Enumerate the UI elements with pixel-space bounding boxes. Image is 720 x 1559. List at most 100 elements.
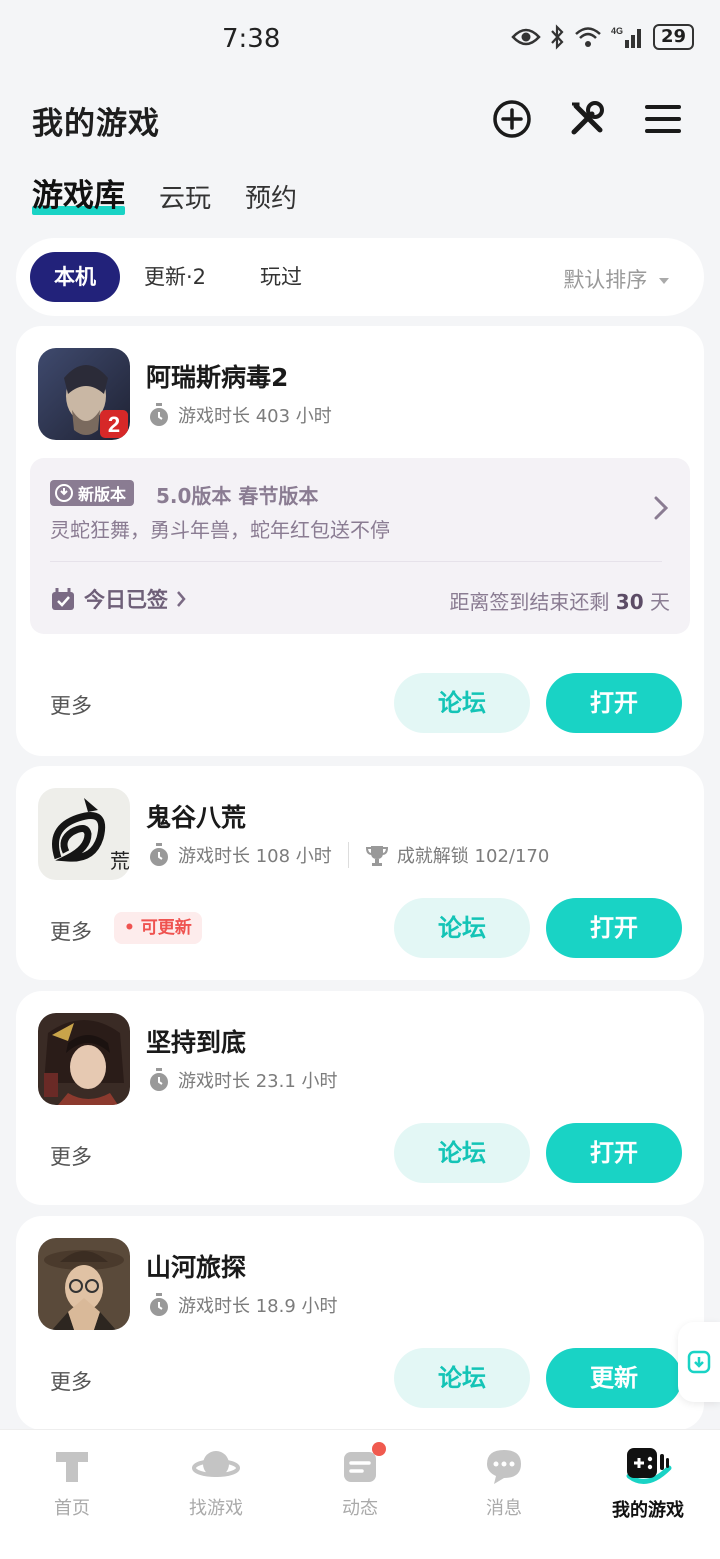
planet-icon	[192, 1451, 240, 1477]
divider	[50, 561, 662, 562]
divider	[347, 842, 349, 868]
chip-local[interactable]: 本机	[30, 252, 120, 302]
nav-label: 消息	[486, 1498, 522, 1519]
tab-library[interactable]: 游戏库	[32, 170, 125, 219]
more-button[interactable]: 更多	[50, 1141, 92, 1171]
nav-label: 我的游戏	[612, 1500, 684, 1521]
game-meta: 游戏时长 108 小时 成就解锁 102/170	[148, 842, 549, 868]
menu-icon	[645, 105, 681, 133]
chip-updates[interactable]: 更新·2	[144, 252, 206, 302]
more-button[interactable]: 更多	[50, 916, 92, 946]
game-name: 坚持到底	[146, 1028, 247, 1057]
filter-bar: 本机 更新·2 玩过 默认排序	[16, 238, 704, 316]
sort-label: 默认排序	[563, 268, 648, 292]
stopwatch-icon	[150, 1068, 168, 1091]
game-name: 阿瑞斯病毒2	[146, 363, 289, 392]
signal-icon: 4G	[611, 26, 641, 48]
chevron-right-icon	[654, 496, 668, 520]
game-icon-shanhe[interactable]	[38, 1238, 130, 1330]
nav-messages[interactable]: 消息	[432, 1430, 576, 1559]
home-icon	[56, 1452, 88, 1482]
more-button[interactable]: 更多	[50, 1366, 92, 1396]
version-promo[interactable]: 新版本 5.0版本 春节版本 灵蛇狂舞，勇斗年兽，蛇年红包送不停 今日已签 距离…	[30, 458, 690, 634]
trophy-icon	[365, 846, 388, 866]
stopwatch-icon	[150, 403, 168, 426]
nav-home[interactable]: 首页	[0, 1430, 144, 1559]
nav-label: 动态	[342, 1498, 378, 1519]
menu-button[interactable]	[640, 96, 686, 142]
game-card-guigu: 荒 鬼谷八荒 游戏时长 108 小时 成就解锁 102/170 更多 • 可更新…	[16, 766, 704, 980]
bluetooth-icon	[551, 24, 564, 50]
svg-text:荒: 荒	[110, 849, 130, 873]
notification-dot	[372, 1442, 386, 1456]
game-meta: 游戏时长 18.9 小时	[148, 1292, 338, 1318]
nav-label: 首页	[54, 1498, 90, 1519]
stopwatch-icon	[150, 1293, 168, 1316]
update-available-badge: • 可更新	[114, 912, 202, 944]
stopwatch-icon	[150, 843, 168, 866]
eye-icon	[511, 28, 541, 46]
tools-button[interactable]	[564, 96, 610, 142]
nav-discover[interactable]: 找游戏	[144, 1430, 288, 1559]
checkin-label: 今日已签	[84, 588, 168, 612]
game-name: 山河旅探	[146, 1253, 247, 1282]
svg-text:2: 2	[108, 412, 120, 437]
playtime: 游戏时长 403 小时	[178, 406, 332, 427]
forum-button[interactable]: 论坛	[394, 898, 530, 958]
wifi-icon	[575, 27, 601, 47]
add-circle-icon	[493, 100, 531, 138]
playtime: 游戏时长 23.1 小时	[178, 1071, 338, 1092]
nav-label: 找游戏	[189, 1498, 243, 1519]
forum-button[interactable]: 论坛	[394, 673, 530, 733]
update-button[interactable]: 更新	[546, 1348, 682, 1408]
tab-cloud[interactable]: 云玩	[159, 178, 211, 219]
playtime: 游戏时长 18.9 小时	[178, 1296, 338, 1317]
chevron-right-small-icon	[177, 591, 186, 607]
svg-text:4G: 4G	[611, 26, 623, 36]
caret-down-icon	[659, 278, 669, 284]
status-icons: 4G 29	[511, 24, 694, 50]
new-version-badge: 新版本	[50, 480, 135, 506]
forum-button[interactable]: 论坛	[394, 1348, 530, 1408]
promo-description: 灵蛇狂舞，勇斗年兽，蛇年红包送不停	[50, 518, 390, 542]
status-bar: 7:38 4G 29	[0, 0, 720, 80]
refresh-icon	[55, 484, 73, 502]
more-button[interactable]: 更多	[50, 690, 92, 720]
forum-button[interactable]: 论坛	[394, 1123, 530, 1183]
game-name: 鬼谷八荒	[146, 803, 247, 832]
status-time: 7:38	[222, 24, 281, 54]
game-card-jianchi: 坚持到底 游戏时长 23.1 小时 更多 论坛 打开	[16, 991, 704, 1205]
page-title: 我的游戏	[32, 106, 160, 142]
header: 我的游戏	[0, 96, 720, 146]
tools-icon	[571, 101, 604, 135]
gift-calendar-icon	[52, 588, 74, 610]
nav-my-games[interactable]: 我的游戏	[576, 1430, 720, 1559]
sort-dropdown[interactable]: 默认排序	[563, 264, 670, 294]
game-card-shanhe: 山河旅探 游戏时长 18.9 小时 更多 论坛 更新	[16, 1216, 704, 1430]
game-icon-ares[interactable]: 2	[38, 348, 130, 440]
checkin-remaining: 距离签到结束还剩 30 天	[449, 590, 670, 614]
achievement: 成就解锁 102/170	[396, 846, 550, 867]
open-button[interactable]: 打开	[546, 673, 682, 733]
open-button[interactable]: 打开	[546, 898, 682, 958]
game-icon-jianchi[interactable]	[38, 1013, 130, 1105]
game-icon-guigu[interactable]: 荒	[38, 788, 130, 880]
playtime: 游戏时长 108 小时	[178, 846, 332, 867]
main-tabs: 游戏库 云玩 预约	[32, 170, 297, 219]
gamepad-icon	[626, 1448, 672, 1484]
tab-reserve[interactable]: 预约	[245, 178, 297, 219]
checkin-status[interactable]: 今日已签	[50, 584, 186, 614]
chip-played[interactable]: 玩过	[260, 252, 302, 302]
add-game-button[interactable]	[489, 96, 535, 142]
download-icon	[687, 1350, 711, 1374]
nav-feed[interactable]: 动态	[288, 1430, 432, 1559]
game-card-ares: 2 阿瑞斯病毒2 游戏时长 403 小时 新版本 5.0版本 春节版本 灵蛇狂舞…	[16, 326, 704, 756]
battery-indicator: 29	[652, 24, 694, 50]
promo-title: 5.0版本 春节版本	[156, 484, 319, 508]
game-meta: 游戏时长 23.1 小时	[148, 1067, 338, 1093]
game-meta: 游戏时长 403 小时	[148, 402, 332, 428]
download-float-button[interactable]	[678, 1322, 720, 1402]
message-icon	[487, 1450, 521, 1484]
bottom-nav: 首页 找游戏 动态 消息 我的游戏	[0, 1429, 720, 1559]
open-button[interactable]: 打开	[546, 1123, 682, 1183]
